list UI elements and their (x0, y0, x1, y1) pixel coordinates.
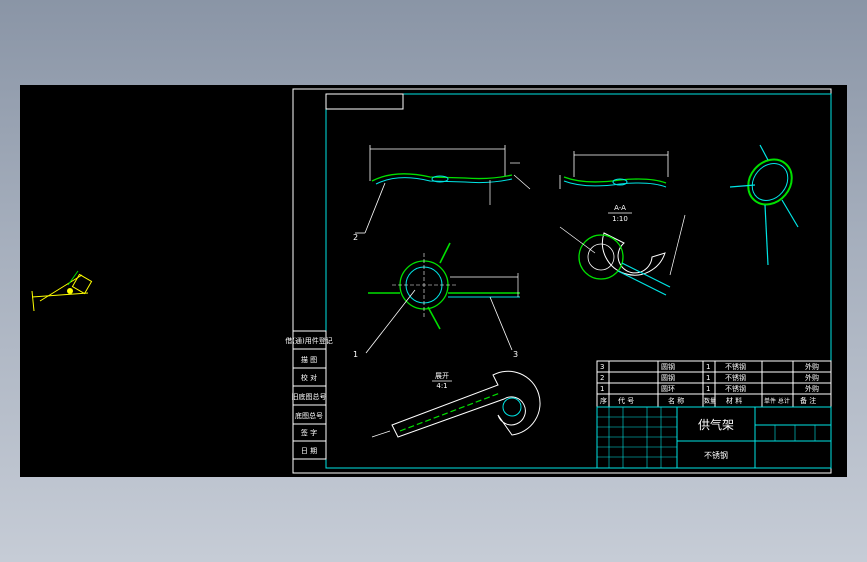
unfold-view: 展开 4:1 (371, 370, 541, 438)
bom-row-qty: 1 (706, 385, 710, 393)
bom-row-remark: 外购 (805, 373, 819, 382)
bom-header-weight: 单件 总计 (764, 397, 790, 405)
stamp-2: 校 对 (301, 373, 317, 382)
stamp-6: 日 期 (301, 447, 317, 455)
cad-viewport[interactable]: 借(通)用件登记 描 图 校 对 旧底图总号 底图总号 签 字 日 期 2 1 … (20, 85, 847, 477)
balloon-1: 1 (353, 350, 358, 359)
stamp-5: 签 字 (301, 428, 317, 437)
bom-row-material: 不锈钢 (725, 384, 746, 393)
model-space-thumbnail (31, 270, 93, 312)
bom-header-no: 序 (600, 396, 607, 405)
section-view: A-A 1:10 (559, 204, 686, 296)
unfold-label: 展开 (435, 372, 449, 380)
bom-header-remark: 备 注 (800, 396, 816, 405)
title-block: 供气架 不锈钢 (596, 406, 832, 469)
drawing-canvas[interactable]: 借(通)用件登记 描 图 校 对 旧底图总号 底图总号 签 字 日 期 2 1 … (20, 85, 847, 477)
bom-row-name: 圆环 (661, 385, 675, 393)
section-scale: 1:10 (612, 215, 628, 223)
bom-row-remark: 外购 (805, 384, 819, 393)
section-label: A-A (614, 204, 626, 212)
bom-row-no: 1 (600, 385, 604, 393)
stamp-0: 借(通)用件登记 (285, 336, 332, 345)
bom-table: 3 圆钢 1 不锈钢 外购 2 圆钢 1 不锈钢 外购 1 圆环 1 不锈钢 外… (596, 360, 832, 408)
bom-row-material: 不锈钢 (725, 373, 746, 382)
side-stamp-table: 借(通)用件登记 描 图 校 对 旧底图总号 底图总号 签 字 日 期 (285, 330, 333, 460)
bom-row-no: 2 (600, 374, 604, 382)
bom-row-name: 圆钢 (661, 373, 675, 382)
stamp-4: 底图总号 (295, 411, 323, 420)
unfold-scale: 4:1 (436, 382, 447, 390)
bom-row-name: 圆钢 (661, 362, 675, 371)
bom-header-code: 代 号 (618, 396, 634, 405)
bom-row-qty: 1 (706, 374, 710, 382)
bom-row-remark: 外购 (805, 362, 819, 371)
drawing-title: 供气架 (698, 417, 734, 432)
side-view (559, 151, 669, 189)
bom-header-name: 名 称 (668, 396, 684, 405)
isometric-view (729, 144, 799, 266)
balloon-2: 2 (353, 233, 358, 242)
drawing-material: 不锈钢 (704, 450, 728, 460)
bom-row-qty: 1 (706, 363, 710, 371)
front-view: 2 (353, 145, 531, 242)
stamp-1: 描 图 (301, 355, 317, 364)
sheet-border (292, 88, 832, 474)
balloon-3: 3 (513, 350, 518, 359)
plan-view: 1 3 (353, 242, 520, 359)
bom-header-material: 材 料 (726, 396, 742, 405)
bom-row-no: 3 (600, 363, 604, 371)
stamp-3: 旧底图总号 (292, 392, 327, 401)
bom-header-qty: 数量 (704, 397, 716, 405)
bom-row-material: 不锈钢 (725, 362, 746, 371)
